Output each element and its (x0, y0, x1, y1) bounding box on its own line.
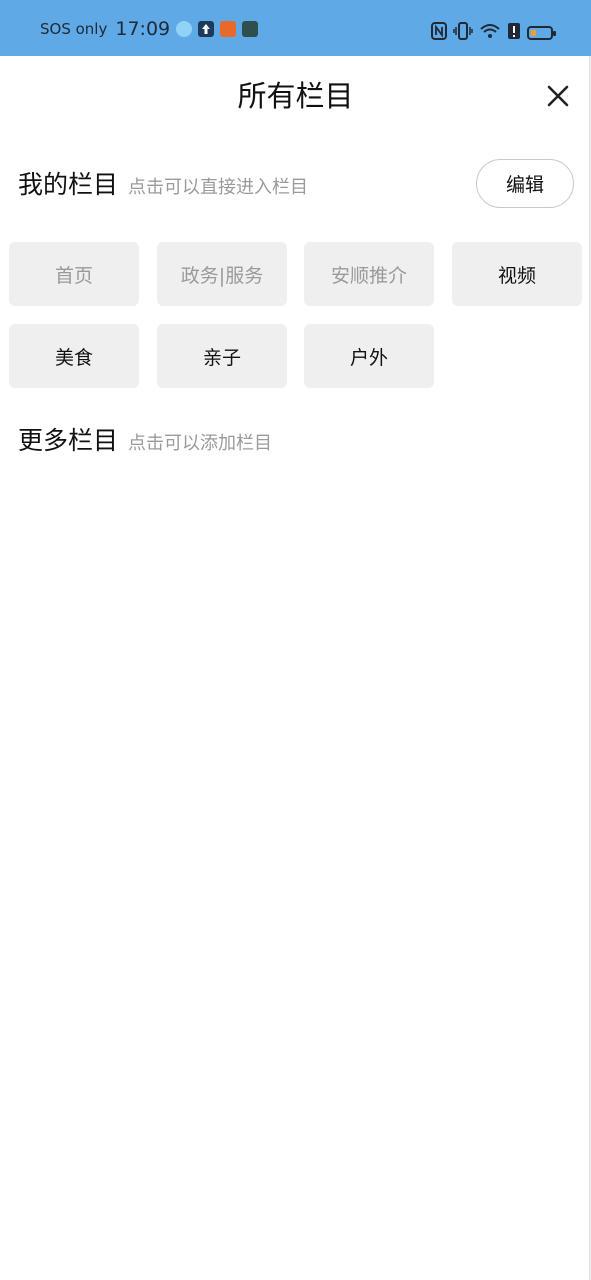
status-left: SOS only 17:09 (40, 18, 259, 40)
page-title: 所有栏目 (237, 79, 354, 113)
more-channels-title: 更多栏目 (18, 426, 119, 455)
channel-chip-government-service[interactable]: 政务|服务 (157, 242, 287, 306)
more-channels-header: 更多栏目 点击可以添加栏目 (18, 421, 272, 461)
channel-chip-anshun-promo[interactable]: 安顺推介 (304, 242, 434, 306)
channel-chip-outdoor[interactable]: 户外 (304, 324, 434, 388)
map-app-icon (242, 21, 259, 37)
alert-icon (507, 22, 521, 44)
battery-icon (527, 26, 556, 40)
wifi-icon (479, 22, 501, 44)
close-button[interactable] (540, 80, 576, 112)
my-channels-header: 我的栏目 点击可以直接进入栏目 (18, 165, 308, 205)
edit-button[interactable]: 编辑 (476, 159, 574, 208)
channel-chip-home[interactable]: 首页 (9, 242, 139, 306)
battery-level (531, 30, 536, 36)
nfc-icon (431, 22, 447, 44)
upload-app-icon (198, 21, 215, 37)
channel-chip-food[interactable]: 美食 (9, 324, 139, 388)
my-channels-hint: 点击可以直接进入栏目 (128, 177, 309, 198)
weather-app-icon (176, 21, 193, 37)
carrier-text: SOS only (40, 20, 108, 38)
status-bar: SOS only 17:09 (0, 0, 591, 56)
channel-chip-video[interactable]: 视频 (452, 242, 582, 306)
novel-app-icon (220, 21, 237, 37)
vibrate-icon (453, 22, 473, 44)
channel-chip-parenting[interactable]: 亲子 (157, 324, 287, 388)
clock-text: 17:09 (115, 18, 171, 40)
status-right (431, 22, 556, 44)
my-channels-title: 我的栏目 (18, 170, 119, 199)
close-icon (547, 85, 569, 107)
more-channels-hint: 点击可以添加栏目 (128, 433, 273, 454)
